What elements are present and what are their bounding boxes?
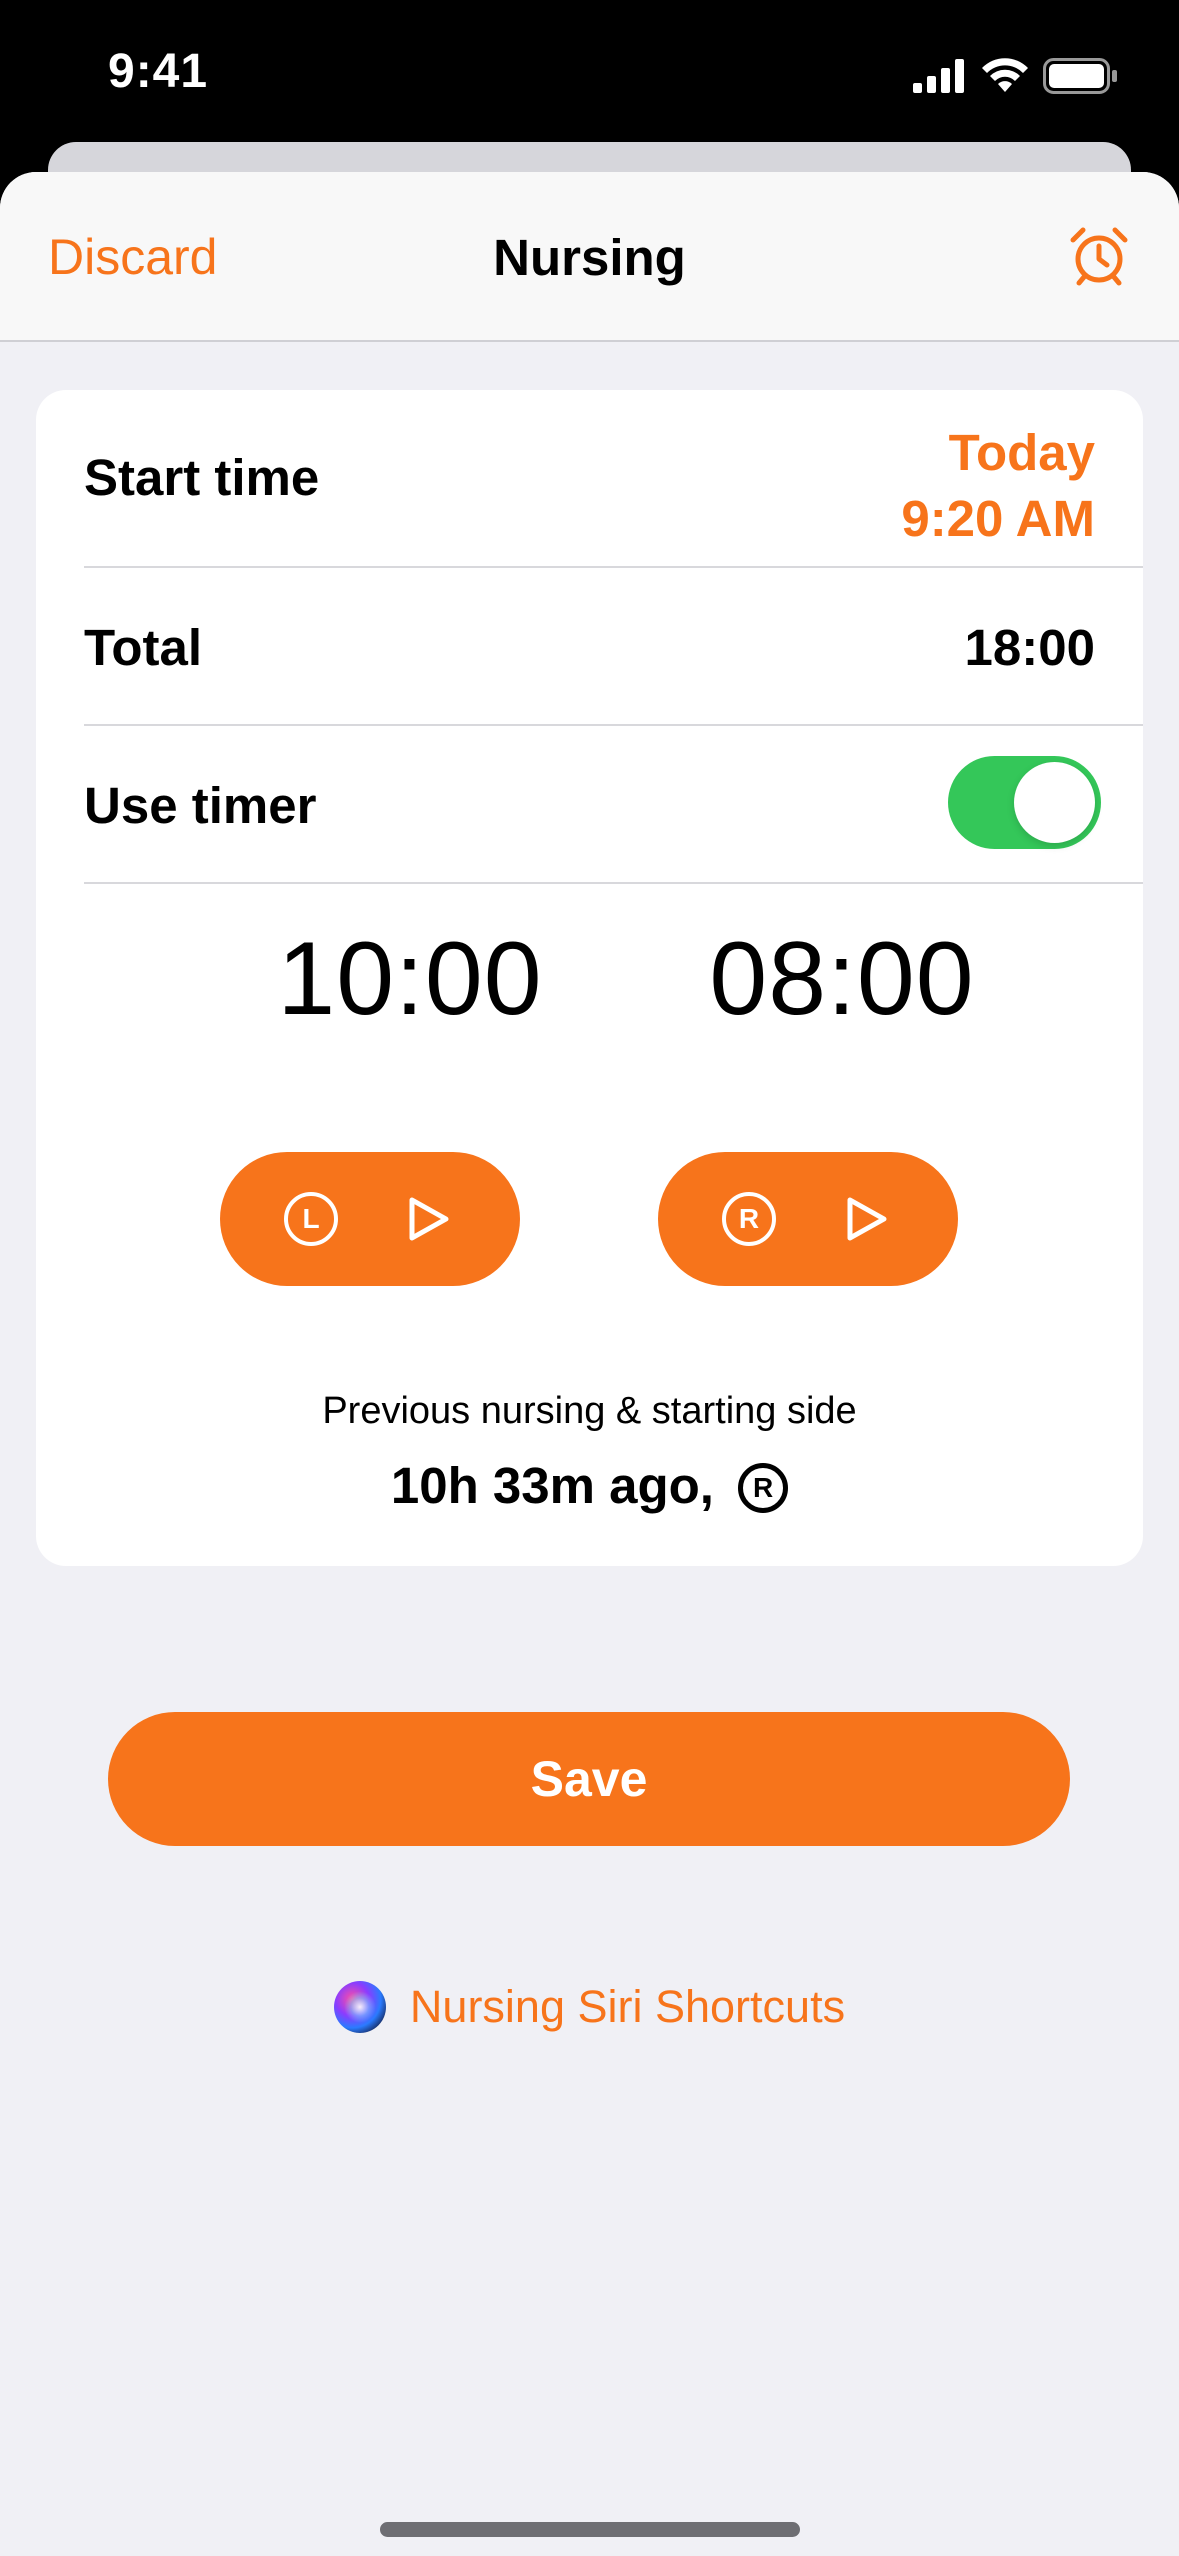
siri-icon: [333, 1981, 386, 2033]
alarm-clock-icon[interactable]: [1067, 224, 1131, 288]
home-indicator[interactable]: [380, 2522, 800, 2537]
use-timer-label: Use timer: [84, 777, 317, 834]
right-side-icon: R: [722, 1192, 776, 1246]
wifi-icon: [982, 58, 1028, 92]
page-title: Nursing: [493, 229, 686, 286]
siri-shortcuts-link[interactable]: Nursing Siri Shortcuts: [0, 1972, 1179, 2042]
start-time-value[interactable]: Today 9:20 AM: [901, 420, 1095, 552]
battery-icon: [1043, 58, 1117, 94]
left-timer-display: 10:00: [277, 921, 543, 1037]
nursing-sheet: Discard Nursing Start time Today 9:20 AM…: [0, 172, 1179, 2556]
previous-nursing-time: 10h 33m ago,: [390, 1457, 714, 1514]
divider: [84, 882, 1143, 884]
status-icons: [913, 56, 1119, 96]
left-side-icon: L: [284, 1192, 338, 1246]
navigation-bar: Discard Nursing: [0, 172, 1179, 342]
previous-nursing-value: 10h 33m ago, R: [36, 1456, 1143, 1515]
total-value: 18:00: [964, 619, 1095, 676]
nursing-card: Start time Today 9:20 AM Total 18:00 Use…: [36, 390, 1143, 1566]
siri-shortcuts-label: Nursing Siri Shortcuts: [409, 1981, 846, 2032]
right-start-button[interactable]: R: [658, 1152, 958, 1286]
play-icon: [847, 1197, 887, 1241]
start-time-date: Today: [948, 424, 1095, 481]
cellular-signal-icon: [913, 59, 964, 93]
start-time-label: Start time: [84, 449, 320, 506]
toggle-knob: [1014, 762, 1095, 843]
left-start-button[interactable]: L: [220, 1152, 520, 1286]
play-icon: [409, 1197, 449, 1241]
right-timer-display: 08:00: [709, 921, 975, 1037]
save-button[interactable]: Save: [108, 1712, 1070, 1846]
status-bar: 9:41: [0, 0, 1179, 150]
use-timer-toggle[interactable]: [948, 756, 1101, 849]
total-label: Total: [84, 619, 203, 676]
previous-nursing-label: Previous nursing & starting side: [322, 1390, 857, 1432]
previous-side-icon: R: [738, 1463, 789, 1513]
start-time-clock: 9:20 AM: [901, 490, 1095, 547]
status-time: 9:41: [108, 45, 209, 98]
